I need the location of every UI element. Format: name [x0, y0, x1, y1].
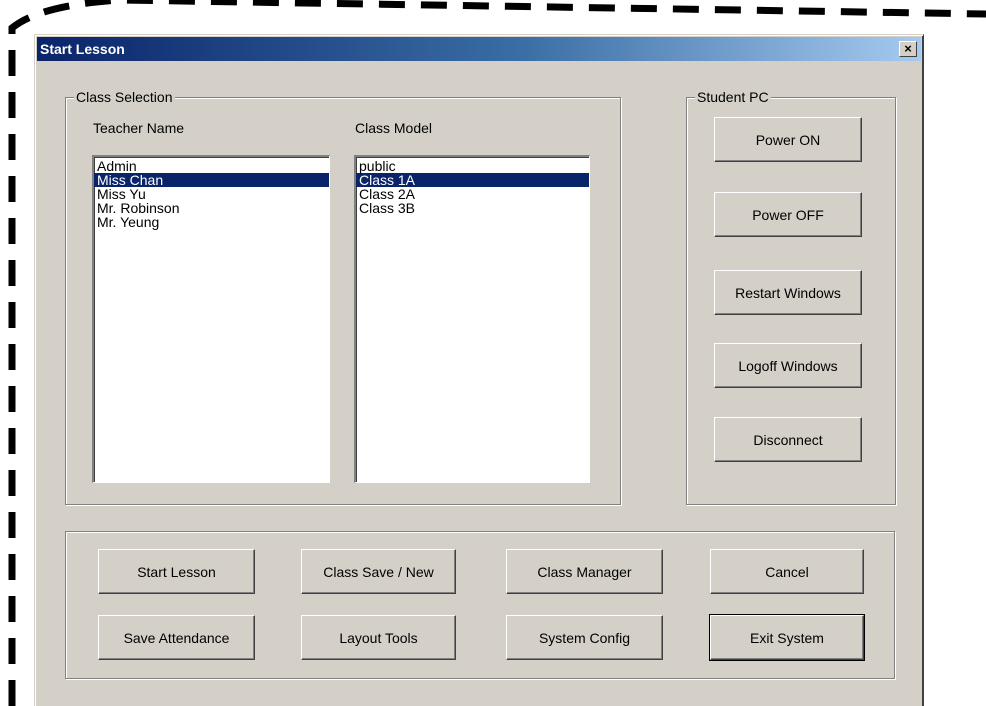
save-attendance-button[interactable]: Save Attendance — [98, 615, 255, 660]
cancel-button[interactable]: Cancel — [710, 549, 864, 594]
title-bar[interactable]: Start Lesson × — [37, 37, 921, 61]
start-lesson-dialog: Start Lesson × Class Selection Teacher N… — [34, 34, 924, 706]
close-button[interactable]: × — [899, 41, 917, 57]
class-manager-button[interactable]: Class Manager — [506, 549, 663, 594]
list-item[interactable]: Mr. Robinson — [94, 201, 329, 215]
teacher-name-label: Teacher Name — [93, 120, 185, 136]
power-on-button[interactable]: Power ON — [714, 117, 862, 162]
system-config-button[interactable]: System Config — [506, 615, 663, 660]
restart-windows-button[interactable]: Restart Windows — [714, 270, 862, 315]
list-item[interactable]: Mr. Yeung — [94, 215, 329, 229]
list-item[interactable]: public — [356, 159, 589, 173]
class-model-listbox[interactable]: public Class 1A Class 2A Class 3B — [354, 155, 590, 483]
logoff-windows-button[interactable]: Logoff Windows — [714, 343, 862, 388]
list-item[interactable]: Miss Chan — [94, 173, 329, 187]
class-selection-label: Class Selection — [74, 89, 175, 105]
disconnect-button[interactable]: Disconnect — [714, 417, 862, 462]
class-save-new-button[interactable]: Class Save / New — [301, 549, 456, 594]
layout-tools-button[interactable]: Layout Tools — [301, 615, 456, 660]
list-item[interactable]: Miss Yu — [94, 187, 329, 201]
list-item[interactable]: Class 1A — [356, 173, 589, 187]
class-model-label: Class Model — [355, 120, 433, 136]
list-item[interactable]: Class 3B — [356, 201, 589, 215]
exit-system-button[interactable]: Exit System — [709, 614, 865, 661]
student-pc-label: Student PC — [695, 89, 771, 105]
power-off-button[interactable]: Power OFF — [714, 192, 862, 237]
dialog-title: Start Lesson — [40, 41, 125, 57]
list-item[interactable]: Class 2A — [356, 187, 589, 201]
start-lesson-button[interactable]: Start Lesson — [98, 549, 255, 594]
list-item[interactable]: Admin — [94, 159, 329, 173]
teacher-listbox[interactable]: Admin Miss Chan Miss Yu Mr. Robinson Mr.… — [92, 155, 330, 483]
